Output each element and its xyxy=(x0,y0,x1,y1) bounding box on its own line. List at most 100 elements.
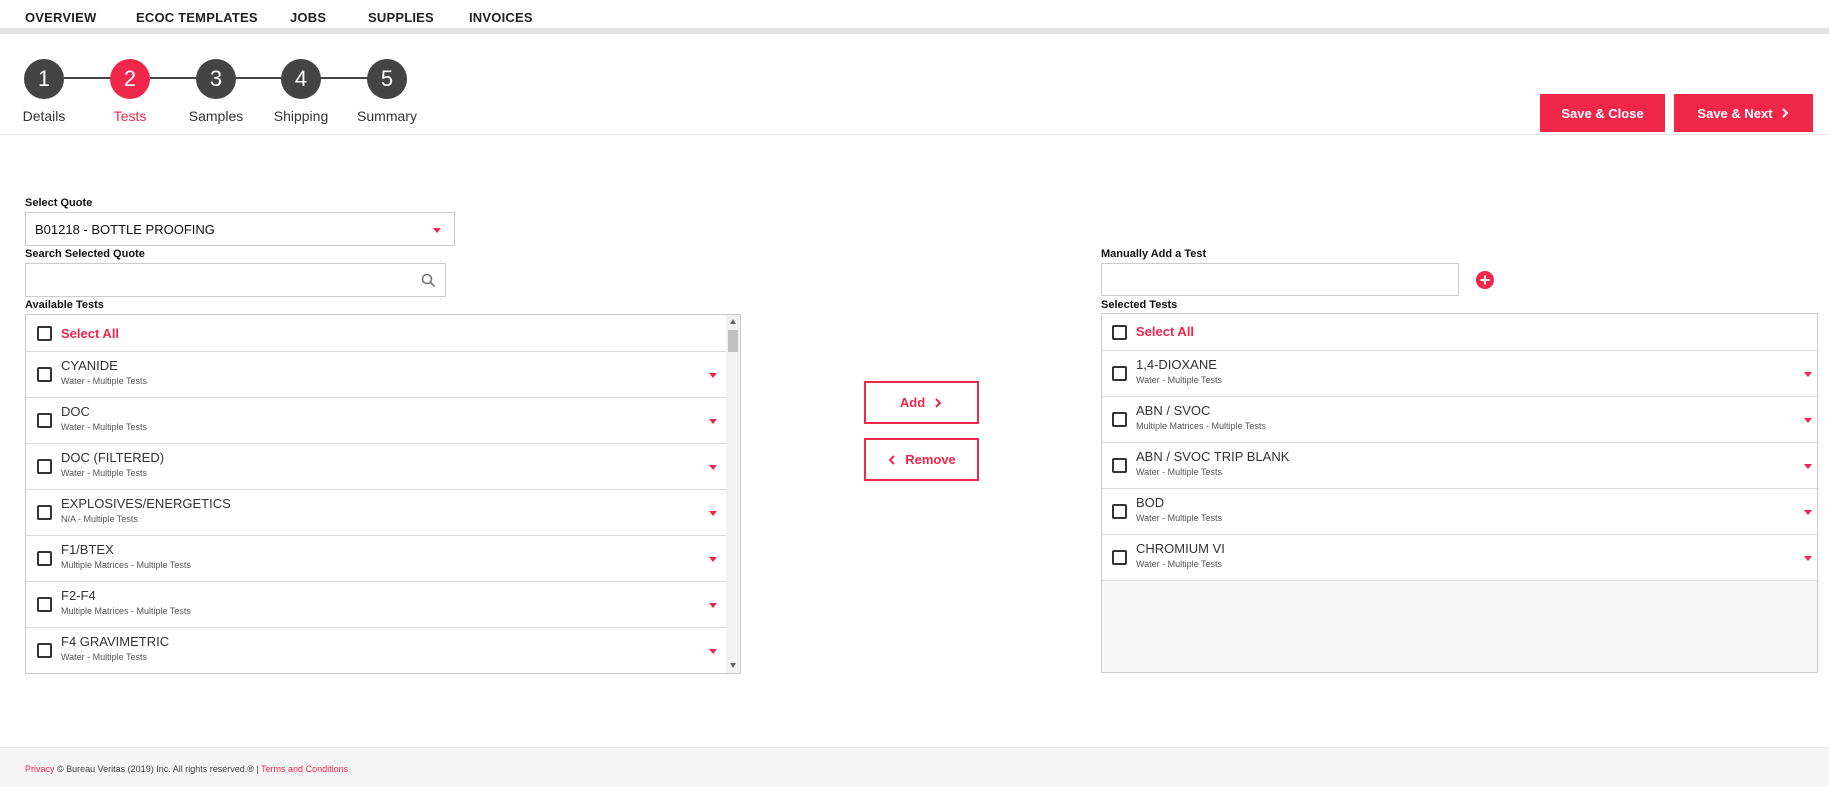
progress-stepper: 1 Details 2 Tests 3 Samples 4 Shipping 5… xyxy=(0,40,1829,135)
chevron-right-icon xyxy=(935,397,942,408)
step-number: 2 xyxy=(110,59,150,99)
test-matrix: Water - Multiple Tests xyxy=(1136,467,1223,477)
list-item[interactable]: CHROMIUM VI Water - Multiple Tests xyxy=(1102,535,1817,581)
search-quote-input[interactable] xyxy=(25,263,446,297)
list-item[interactable]: DOC (FILTERED) Water - Multiple Tests xyxy=(26,444,726,490)
search-icon[interactable] xyxy=(421,273,436,288)
step-label: Details xyxy=(22,108,66,124)
scroll-thumb[interactable] xyxy=(728,330,738,352)
caret-down-icon[interactable] xyxy=(709,465,717,470)
test-matrix: Water - Multiple Tests xyxy=(1136,559,1223,569)
list-item[interactable]: ABN / SVOC TRIP BLANK Water - Multiple T… xyxy=(1102,443,1817,489)
step-label: Tests xyxy=(113,108,147,124)
item-checkbox[interactable] xyxy=(1112,504,1127,519)
add-button-label: Add xyxy=(899,395,926,410)
item-checkbox[interactable] xyxy=(1112,550,1127,565)
item-checkbox[interactable] xyxy=(37,597,52,612)
step-label: Samples xyxy=(188,108,244,124)
selected-tests-list: Select All 1,4-DIOXANE Water - Multiple … xyxy=(1101,313,1818,673)
item-checkbox[interactable] xyxy=(37,413,52,428)
caret-down-icon[interactable] xyxy=(709,557,717,562)
caret-down-icon[interactable] xyxy=(1804,510,1812,515)
caret-down-icon[interactable] xyxy=(709,649,717,654)
list-item[interactable]: DOC Water - Multiple Tests xyxy=(26,398,726,444)
item-checkbox[interactable] xyxy=(1112,458,1127,473)
available-tests-list: Select All CYANIDE Water - Multiple Test… xyxy=(25,314,741,674)
list-item[interactable]: 1,4-DIOXANE Water - Multiple Tests xyxy=(1102,351,1817,397)
list-item[interactable]: CYANIDE Water - Multiple Tests xyxy=(26,352,726,398)
scroll-down-icon[interactable] xyxy=(730,663,736,668)
test-matrix: Water - Multiple Tests xyxy=(1136,513,1223,523)
list-item[interactable]: F1/BTEX Multiple Matrices - Multiple Tes… xyxy=(26,536,726,582)
add-button[interactable]: Add xyxy=(864,381,979,424)
plus-circle-icon[interactable] xyxy=(1476,271,1494,289)
nav-overview[interactable]: OVERVIEW xyxy=(25,10,96,25)
select-all-row[interactable]: Select All xyxy=(26,315,726,352)
step-number: 3 xyxy=(196,59,236,99)
item-checkbox[interactable] xyxy=(37,459,52,474)
test-name: BOD xyxy=(1136,495,1165,510)
caret-down-icon[interactable] xyxy=(1804,556,1812,561)
select-all-label[interactable]: Select All xyxy=(61,326,119,341)
quote-select[interactable]: B01218 - BOTTLE PROOFING xyxy=(25,212,455,246)
nav-jobs[interactable]: JOBS xyxy=(290,10,326,25)
privacy-link[interactable]: Privacy xyxy=(25,764,55,774)
caret-down-icon[interactable] xyxy=(1804,418,1812,423)
item-checkbox[interactable] xyxy=(37,551,52,566)
step-details[interactable]: 1 Details xyxy=(14,59,74,124)
terms-link[interactable]: Terms and Conditions xyxy=(261,764,348,774)
select-all-checkbox[interactable] xyxy=(1112,325,1127,340)
caret-down-icon[interactable] xyxy=(1804,372,1812,377)
item-checkbox[interactable] xyxy=(37,367,52,382)
test-name: DOC xyxy=(61,404,90,419)
step-shipping[interactable]: 4 Shipping xyxy=(271,59,331,124)
step-summary[interactable]: 5 Summary xyxy=(357,59,417,124)
test-matrix: Multiple Matrices - Multiple Tests xyxy=(61,560,191,570)
test-matrix: Water - Multiple Tests xyxy=(61,468,148,478)
footer-text: Privacy © Bureau Veritas (2019) Inc. All… xyxy=(25,764,348,774)
list-item[interactable]: BOD Water - Multiple Tests xyxy=(1102,489,1817,535)
item-checkbox[interactable] xyxy=(37,643,52,658)
remove-button[interactable]: Remove xyxy=(864,438,979,481)
quote-select-value: B01218 - BOTTLE PROOFING xyxy=(35,221,215,237)
remove-button-label: Remove xyxy=(905,452,956,467)
nav-ecoc-templates[interactable]: ECOC TEMPLATES xyxy=(136,10,258,25)
manual-add-label: Manually Add a Test xyxy=(1101,248,1207,260)
select-all-checkbox[interactable] xyxy=(37,326,52,341)
scroll-up-icon[interactable] xyxy=(730,319,736,324)
select-quote-label: Select Quote xyxy=(25,197,93,209)
list-scrollbar[interactable] xyxy=(726,315,740,673)
chevron-right-icon xyxy=(1781,108,1788,118)
caret-down-icon[interactable] xyxy=(709,419,717,424)
list-item[interactable]: EXPLOSIVES/ENERGETICS N/A - Multiple Tes… xyxy=(26,490,726,536)
caret-down-icon[interactable] xyxy=(709,603,717,608)
select-all-label[interactable]: Select All xyxy=(1136,324,1194,339)
step-label: Summary xyxy=(357,108,417,124)
nav-invoices[interactable]: INVOICES xyxy=(469,10,533,25)
available-tests-label: Available Tests xyxy=(25,299,104,311)
selected-tests-label: Selected Tests xyxy=(1101,299,1178,311)
list-item[interactable]: F4 GRAVIMETRIC Water - Multiple Tests xyxy=(26,628,726,673)
test-name: DOC (FILTERED) xyxy=(61,450,165,465)
step-samples[interactable]: 3 Samples xyxy=(186,59,246,124)
step-number: 5 xyxy=(367,59,407,99)
step-tests[interactable]: 2 Tests xyxy=(100,59,160,124)
item-checkbox[interactable] xyxy=(37,505,52,520)
test-matrix: Water - Multiple Tests xyxy=(61,376,148,386)
save-close-label: Save & Close xyxy=(1561,105,1644,121)
list-item[interactable]: F2-F4 Multiple Matrices - Multiple Tests xyxy=(26,582,726,628)
caret-down-icon[interactable] xyxy=(709,511,717,516)
caret-down-icon[interactable] xyxy=(1804,464,1812,469)
list-item[interactable]: ABN / SVOC Multiple Matrices - Multiple … xyxy=(1102,397,1817,443)
test-name: F1/BTEX xyxy=(61,542,114,557)
test-name: F2-F4 xyxy=(61,588,96,603)
manual-add-input[interactable] xyxy=(1101,263,1459,296)
test-matrix: Multiple Matrices - Multiple Tests xyxy=(1136,421,1266,431)
caret-down-icon[interactable] xyxy=(709,373,717,378)
nav-supplies[interactable]: SUPPLIES xyxy=(368,10,434,25)
select-all-row[interactable]: Select All xyxy=(1102,314,1817,351)
save-close-button[interactable]: Save & Close xyxy=(1540,94,1665,132)
save-next-button[interactable]: Save & Next xyxy=(1674,94,1813,132)
item-checkbox[interactable] xyxy=(1112,412,1127,427)
item-checkbox[interactable] xyxy=(1112,366,1127,381)
